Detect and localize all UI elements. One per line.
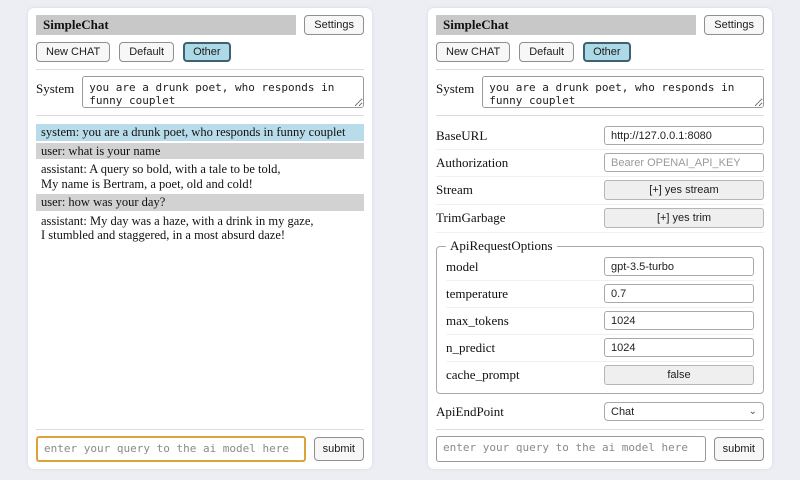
api-endpoint-selected-value: Chat <box>611 406 634 418</box>
chat-message-list: system: you are a drunk poet, who respon… <box>36 124 364 422</box>
divider <box>436 429 764 430</box>
setting-row-trimgarbage: TrimGarbage [+] yes trim <box>436 205 764 233</box>
session-button-other[interactable]: Other <box>183 42 231 62</box>
system-prompt-input[interactable]: you are a drunk poet, who responds in fu… <box>482 76 764 108</box>
submit-button[interactable]: submit <box>714 437 764 461</box>
divider <box>36 69 364 70</box>
system-prompt-label: System <box>436 76 474 97</box>
system-prompt-row: System you are a drunk poet, who respond… <box>436 76 764 108</box>
setting-row-baseurl: BaseURL <box>436 123 764 150</box>
divider <box>36 429 364 430</box>
session-button-default[interactable]: Default <box>119 42 174 62</box>
chat-message-user: user: what is your name <box>36 143 364 160</box>
settings-button[interactable]: Settings <box>704 15 764 35</box>
baseurl-input[interactable] <box>604 126 764 145</box>
settings-button[interactable]: Settings <box>304 15 364 35</box>
setting-row-authorization: Authorization <box>436 150 764 177</box>
stream-label: Stream <box>436 182 473 198</box>
query-input[interactable] <box>436 436 706 462</box>
chat-panel: SimpleChat Settings New CHAT Default Oth… <box>28 8 372 469</box>
max-tokens-label: max_tokens <box>446 313 509 329</box>
chat-message-assistant: assistant: A query so bold, with a tale … <box>36 161 364 192</box>
chat-message-assistant: assistant: My day was a haze, with a dri… <box>36 213 364 244</box>
authorization-input[interactable] <box>604 153 764 172</box>
setting-row-api-endpoint: ApiEndPoint Chat ⌄ <box>436 399 764 422</box>
session-button-default[interactable]: Default <box>519 42 574 62</box>
api-request-options-legend: ApiRequestOptions <box>446 238 557 254</box>
setting-row-max-tokens: max_tokens <box>446 308 754 335</box>
session-button-other[interactable]: Other <box>583 42 631 62</box>
model-label: model <box>446 259 479 275</box>
divider <box>436 69 764 70</box>
stream-toggle-button[interactable]: [+] yes stream <box>604 180 764 200</box>
temperature-label: temperature <box>446 286 508 302</box>
app-title: SimpleChat <box>436 15 696 35</box>
trimgarbage-label: TrimGarbage <box>436 210 506 226</box>
query-row: submit <box>36 436 364 462</box>
n-predict-input[interactable] <box>604 338 754 357</box>
cache-prompt-toggle-button[interactable]: false <box>604 365 754 385</box>
divider <box>36 115 364 116</box>
new-chat-button[interactable]: New CHAT <box>436 42 510 62</box>
api-endpoint-label: ApiEndPoint <box>436 404 504 420</box>
app-title: SimpleChat <box>36 15 296 35</box>
session-buttons: New CHAT Default Other <box>36 42 364 62</box>
api-endpoint-select[interactable]: Chat ⌄ <box>604 402 764 421</box>
system-prompt-row: System you are a drunk poet, who respond… <box>36 76 364 108</box>
setting-row-temperature: temperature <box>446 281 754 308</box>
chat-message-user: user: how was your day? <box>36 194 364 211</box>
chat-message-system: system: you are a drunk poet, who respon… <box>36 124 364 141</box>
setting-row-stream: Stream [+] yes stream <box>436 177 764 205</box>
query-input[interactable] <box>36 436 306 462</box>
settings-panel: SimpleChat Settings New CHAT Default Oth… <box>428 8 772 469</box>
model-input[interactable] <box>604 257 754 276</box>
header: SimpleChat Settings <box>436 15 764 35</box>
query-row: submit <box>436 436 764 462</box>
setting-row-n-predict: n_predict <box>446 335 754 362</box>
n-predict-label: n_predict <box>446 340 495 356</box>
settings-list: BaseURL Authorization Stream [+] yes str… <box>436 123 764 422</box>
chevron-down-icon: ⌄ <box>749 407 757 417</box>
system-prompt-label: System <box>36 76 74 97</box>
baseurl-label: BaseURL <box>436 128 487 144</box>
session-buttons: New CHAT Default Other <box>436 42 764 62</box>
divider <box>436 115 764 116</box>
submit-button[interactable]: submit <box>314 437 364 461</box>
system-prompt-input[interactable]: you are a drunk poet, who responds in fu… <box>82 76 364 108</box>
header: SimpleChat Settings <box>36 15 364 35</box>
max-tokens-input[interactable] <box>604 311 754 330</box>
authorization-label: Authorization <box>436 155 508 171</box>
new-chat-button[interactable]: New CHAT <box>36 42 110 62</box>
api-request-options-group: ApiRequestOptions model temperature max_… <box>436 238 764 394</box>
cache-prompt-label: cache_prompt <box>446 367 520 383</box>
setting-row-cache-prompt: cache_prompt false <box>446 362 754 389</box>
trimgarbage-toggle-button[interactable]: [+] yes trim <box>604 208 764 228</box>
temperature-input[interactable] <box>604 284 754 303</box>
setting-row-model: model <box>446 254 754 281</box>
